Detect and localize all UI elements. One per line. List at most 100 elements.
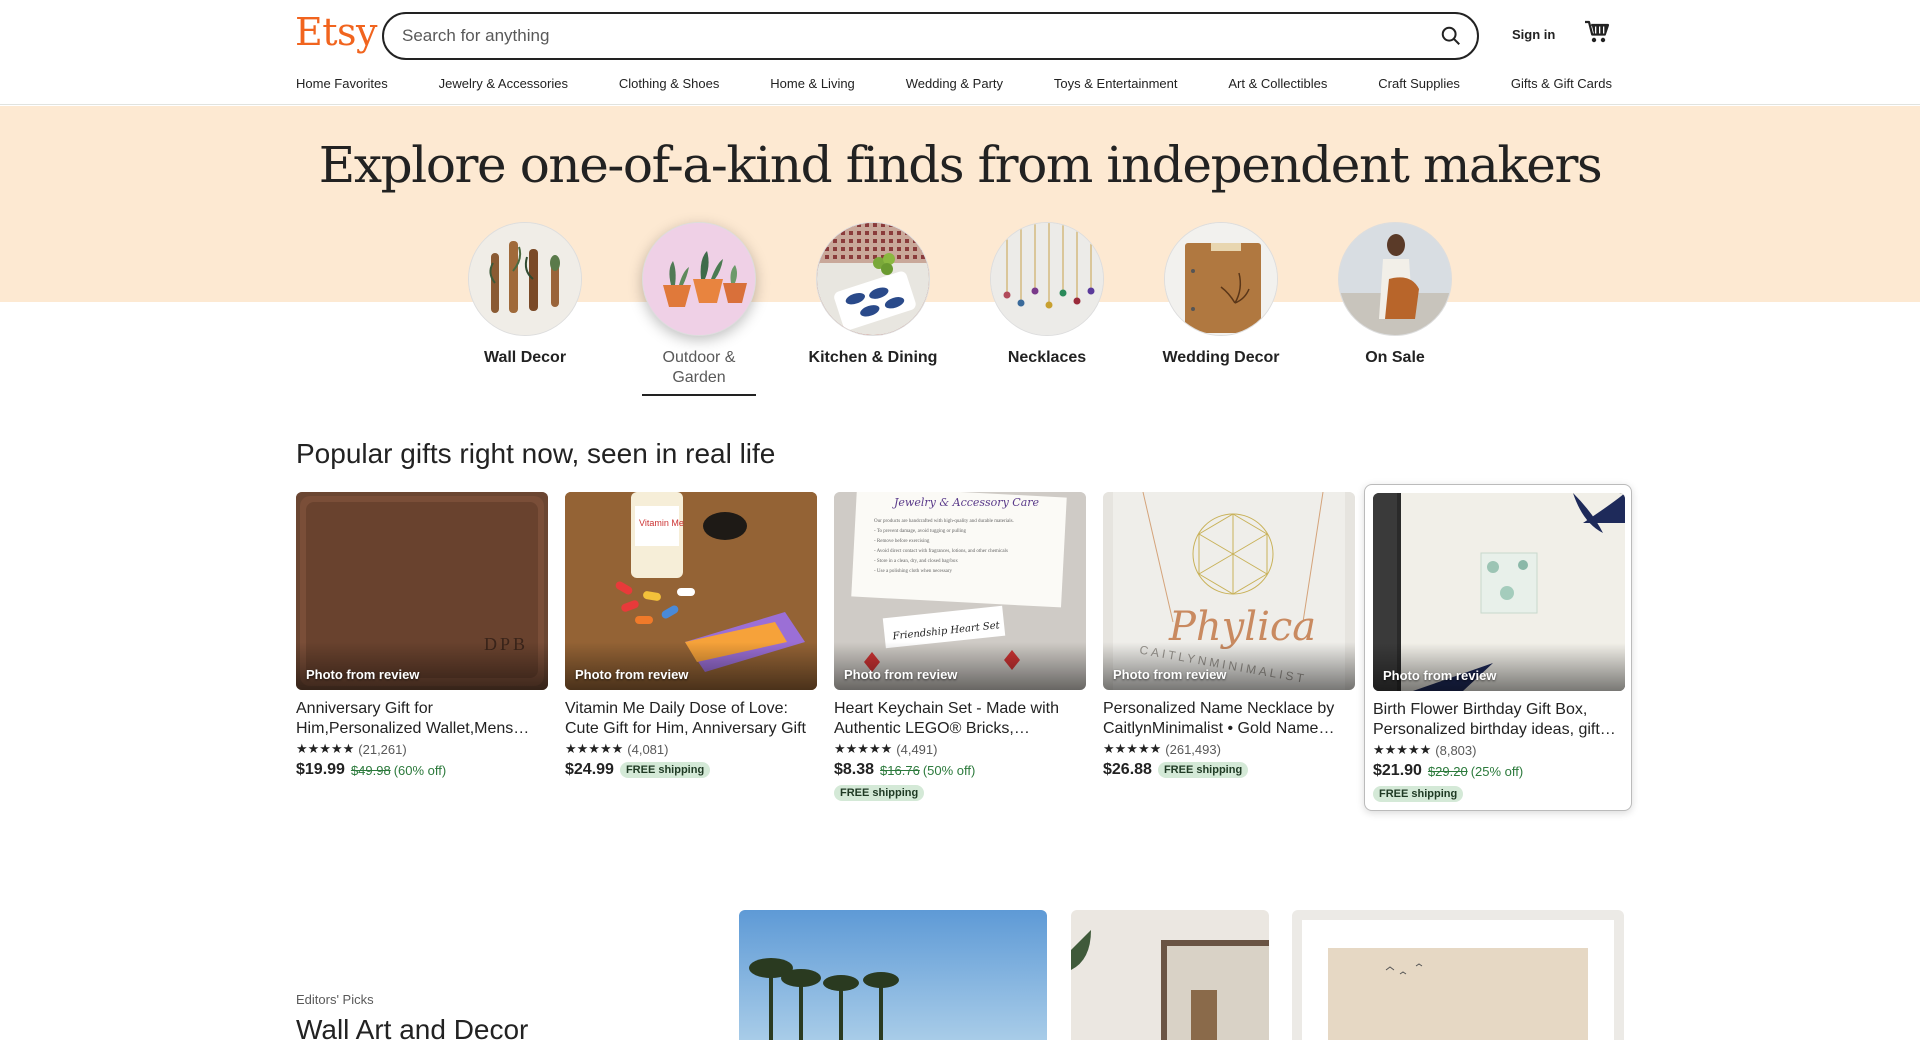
- svg-text:- To prevent damage, avoid tug: - To prevent damage, avoid tugging or pu…: [874, 529, 967, 534]
- product-card[interactable]: DPB Photo from review Anniversary Gift f…: [296, 492, 548, 779]
- circle-label: Wall Decor: [483, 349, 567, 366]
- original-price: $49.98: [350, 762, 391, 778]
- product-rating: ★★★★★ (4,081): [565, 741, 817, 757]
- product-price-row: $21.90 $29.20 (25% off): [1373, 762, 1623, 780]
- circle-kitchen-dining[interactable]: Kitchen & Dining: [798, 222, 948, 368]
- product-image: DPB Photo from review: [296, 492, 548, 690]
- discount: (60% off): [393, 762, 447, 778]
- free-shipping-badge: FREE shipping: [1373, 786, 1464, 802]
- star-rating-icon: ★★★★★: [1373, 742, 1432, 757]
- circle-label: Necklaces: [1007, 349, 1087, 366]
- etsy-logo[interactable]: Etsy: [295, 10, 377, 54]
- search-bar[interactable]: [382, 12, 1479, 60]
- photo-from-review-badge: Photo from review: [1383, 668, 1497, 683]
- original-price: $16.76: [880, 762, 920, 778]
- product-title[interactable]: Birth Flower Birthday Gift Box, Personal…: [1373, 700, 1623, 740]
- free-shipping-badge: FREE shipping: [619, 762, 711, 778]
- review-count: (8,803): [1435, 742, 1477, 758]
- review-count: (261,493): [1165, 741, 1221, 757]
- price: $24.99: [565, 761, 614, 778]
- photo-from-review-badge: Photo from review: [1113, 667, 1227, 682]
- product-title[interactable]: Vitamin Me Daily Dose of Love: Cute Gift…: [565, 699, 817, 739]
- discount: (25% off): [1470, 763, 1524, 779]
- site-header: Etsy Sign in Home Favorites Jewelry & Ac…: [0, 0, 1920, 105]
- product-price-row: $26.88 FREE shipping: [1103, 761, 1355, 779]
- nav-clothing-shoes[interactable]: Clothing & Shoes: [619, 76, 719, 91]
- product-image: Jewelry & Accessory Care Our products ar…: [834, 492, 1086, 690]
- nav-art-collectibles[interactable]: Art & Collectibles: [1228, 76, 1327, 91]
- product-title[interactable]: Anniversary Gift for Him,Personalized Wa…: [296, 699, 548, 739]
- cart-icon: [1585, 20, 1610, 43]
- necklaces-image: [990, 222, 1104, 336]
- product-image: Phylica CAITLYNMINIMALIST Photo from rev…: [1103, 492, 1355, 690]
- hero-title: Explore one-of-a-kind finds from indepen…: [318, 136, 1603, 194]
- circle-label: Wedding Decor: [1162, 349, 1280, 366]
- original-price: $29.20: [1427, 763, 1468, 779]
- nav-craft-supplies[interactable]: Craft Supplies: [1378, 76, 1460, 91]
- review-count: (4,491): [896, 741, 938, 757]
- popular-gifts-list: DPB Photo from review Anniversary Gift f…: [296, 484, 1632, 812]
- product-price-row: $19.99 $49.98 (60% off): [296, 761, 548, 779]
- editors-picks-label: Editors' Picks: [296, 992, 374, 1007]
- kitchen-dining-image: [816, 222, 930, 336]
- svg-text:- Store in a clean, dry, and c: - Store in a clean, dry, and closed bag/…: [874, 559, 958, 564]
- photo-from-review-badge: Photo from review: [575, 667, 689, 682]
- photo-from-review-badge: Photo from review: [844, 667, 958, 682]
- product-card[interactable]: Vitamin Me Photo from review Vitamin Me …: [565, 492, 817, 779]
- review-count: (21,261): [358, 741, 407, 757]
- circle-label: On Sale: [1365, 349, 1425, 366]
- search-icon: [1441, 26, 1460, 45]
- product-image: Vitamin Me Photo from review: [565, 492, 817, 690]
- product-card[interactable]: Photo from review Birth Flower Birthday …: [1364, 484, 1632, 811]
- product-rating: ★★★★★ (8,803): [1373, 742, 1623, 758]
- cart-button[interactable]: [1584, 20, 1614, 48]
- star-rating-icon: ★★★★★: [565, 741, 624, 756]
- star-rating-icon: ★★★★★: [296, 741, 355, 756]
- product-card[interactable]: Jewelry & Accessory Care Our products ar…: [834, 492, 1086, 801]
- product-image: Photo from review: [1373, 493, 1625, 691]
- circle-label: Kitchen & Dining: [808, 349, 938, 366]
- product-price-row: $24.99 FREE shipping: [565, 761, 817, 779]
- circle-outdoor-garden[interactable]: Outdoor & Garden: [624, 222, 774, 396]
- circle-wedding-decor[interactable]: Wedding Decor: [1146, 222, 1296, 368]
- price: $21.90: [1373, 762, 1422, 779]
- free-shipping-badge: FREE shipping: [834, 785, 925, 801]
- svg-text:- Avoid direct contact with fr: - Avoid direct contact with fragrances, …: [874, 549, 1008, 554]
- nav-toys-entertainment[interactable]: Toys & Entertainment: [1054, 76, 1178, 91]
- discount: (50% off): [922, 762, 976, 778]
- editors-pick-image-frame[interactable]: [1071, 910, 1269, 1040]
- nav-gifts-gift-cards[interactable]: Gifts & Gift Cards: [1511, 76, 1612, 91]
- nav-home-favorites[interactable]: Home Favorites: [296, 76, 388, 91]
- svg-text:- Remove before exercising: - Remove before exercising: [874, 539, 930, 544]
- free-shipping-badge: FREE shipping: [1157, 762, 1249, 778]
- editors-pick-image-print[interactable]: [1292, 910, 1624, 1040]
- search-button[interactable]: [1431, 18, 1471, 54]
- svg-text:Our products are handcrafted w: Our products are handcrafted with high-q…: [874, 519, 1014, 524]
- nav-jewelry-accessories[interactable]: Jewelry & Accessories: [439, 76, 568, 91]
- product-card[interactable]: Phylica CAITLYNMINIMALIST Photo from rev…: [1103, 492, 1355, 779]
- search-input[interactable]: [402, 24, 1352, 48]
- product-title[interactable]: Heart Keychain Set - Made with Authentic…: [834, 699, 1086, 739]
- on-sale-image: [1338, 222, 1452, 336]
- wall-decor-image: [468, 222, 582, 336]
- nav-home-living[interactable]: Home & Living: [770, 76, 855, 91]
- product-title[interactable]: Personalized Name Necklace by CaitlynMin…: [1103, 699, 1355, 739]
- photo-from-review-badge: Photo from review: [306, 667, 420, 682]
- category-circles: Wall Decor Outdoor & Garden Kitchen & Di…: [0, 222, 1920, 402]
- circle-on-sale[interactable]: On Sale: [1320, 222, 1470, 368]
- sign-in-link[interactable]: Sign in: [1512, 27, 1555, 42]
- editors-picks-title[interactable]: Wall Art and Decor: [296, 1014, 528, 1046]
- circle-necklaces[interactable]: Necklaces: [972, 222, 1122, 368]
- price: $19.99: [296, 761, 345, 778]
- price: $8.38: [834, 761, 875, 778]
- price: $26.88: [1103, 761, 1152, 778]
- wedding-decor-image: [1164, 222, 1278, 336]
- nav-wedding-party[interactable]: Wedding & Party: [906, 76, 1003, 91]
- editors-pick-image-palms[interactable]: [739, 910, 1047, 1040]
- product-rating: ★★★★★ (4,491): [834, 741, 1086, 757]
- product-rating: ★★★★★ (261,493): [1103, 741, 1355, 757]
- outdoor-garden-image: [642, 222, 756, 336]
- svg-text:Jewelry & Accessory Care: Jewelry & Accessory Care: [892, 496, 1040, 509]
- circle-wall-decor[interactable]: Wall Decor: [450, 222, 600, 368]
- category-nav: Home Favorites Jewelry & Accessories Clo…: [296, 76, 1612, 91]
